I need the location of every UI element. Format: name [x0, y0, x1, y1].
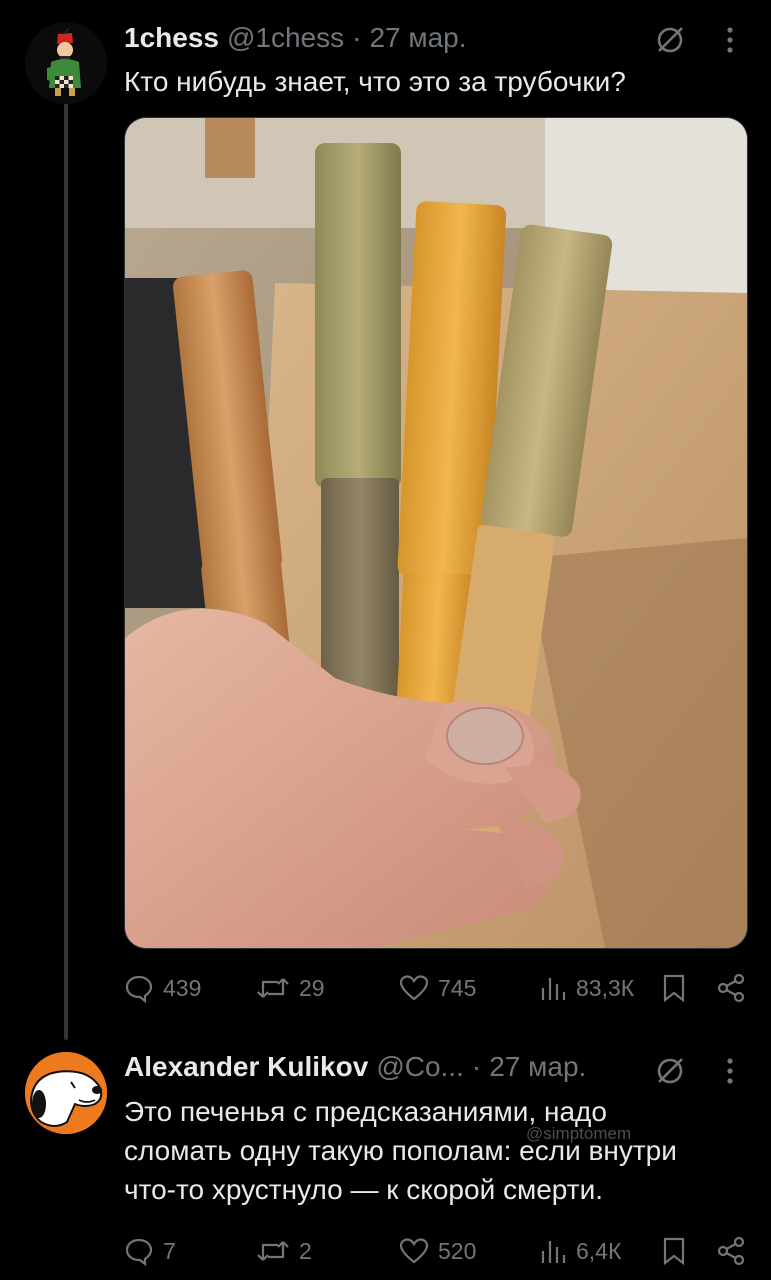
views-button[interactable]: 83,3К [539, 968, 634, 1008]
thread-connector-line [64, 100, 68, 1040]
share-button[interactable] [716, 1231, 746, 1271]
views-chart-icon [541, 1241, 566, 1263]
tweet-date[interactable]: 27 мар. [489, 1051, 586, 1083]
bookmark-button[interactable] [662, 1231, 686, 1271]
reply-button[interactable]: 439 [124, 968, 201, 1008]
tweet-actions: 439 29 745 83,3К [124, 968, 754, 1008]
like-button[interactable]: 745 [399, 968, 476, 1008]
tweet-photo[interactable] [124, 117, 748, 949]
repost-button[interactable]: 2 [256, 1231, 312, 1271]
tweet-text-line: Это печенья с предсказаниями, надо [124, 1096, 607, 1127]
like-button[interactable]: 520 [399, 1231, 476, 1271]
watermark-text: @simptomem [526, 1124, 632, 1143]
reply-icon [125, 975, 153, 1003]
wafer-tubes-photo [125, 118, 747, 948]
separator-dot: · [352, 22, 362, 53]
share-icon [717, 973, 745, 1003]
repost-icon [257, 978, 289, 998]
views-count: 6,4К [576, 1237, 622, 1264]
reply-count: 7 [163, 1237, 176, 1264]
bookmark-icon [663, 974, 685, 1003]
views-button[interactable]: 6,4К [539, 1231, 621, 1271]
more-vertical-icon[interactable] [710, 20, 750, 60]
like-count: 745 [438, 974, 477, 1001]
repost-count: 2 [299, 1237, 312, 1264]
author-handle[interactable]: @Co... [376, 1051, 464, 1083]
bookmark-button[interactable] [662, 968, 686, 1008]
author-handle[interactable]: @1chess [227, 22, 344, 54]
like-count: 520 [438, 1237, 477, 1264]
timeline: 1chess @1chess · 27 мар. Кто нибудь знае… [0, 0, 771, 1280]
chess-player-avatar-icon [25, 22, 107, 104]
avatar[interactable] [25, 22, 107, 104]
tweet-actions: 7 2 520 6,4К [124, 1231, 754, 1271]
tweet-date[interactable]: 27 мар. [369, 22, 466, 54]
avatar[interactable] [25, 1052, 107, 1134]
more-vertical-icon[interactable] [710, 1051, 750, 1091]
repost-button[interactable]: 29 [256, 968, 325, 1008]
snoopy-avatar-icon [25, 1052, 107, 1134]
tweet-text: Кто нибудь знает, что это за трубочки? [124, 66, 626, 97]
grok-icon[interactable] [650, 20, 690, 60]
bookmark-icon [663, 1237, 685, 1266]
reply-icon [125, 1238, 153, 1266]
tweet-text-line: сломать одну такую пополам: если внутри [124, 1135, 677, 1166]
grok-icon[interactable] [650, 1051, 690, 1091]
author-name[interactable]: 1chess [124, 22, 219, 54]
views-chart-icon [541, 978, 566, 1000]
share-button[interactable] [716, 968, 746, 1008]
tweet-header: Alexander Kulikov @Co... · 27 мар. [124, 1051, 586, 1091]
tweet-text: Это печенья с предсказаниями, надо слома… [124, 1092, 754, 1209]
tweet-header: 1chess @1chess · 27 мар. [124, 22, 467, 62]
separator-dot: · [471, 1051, 482, 1082]
reply-count: 439 [163, 974, 202, 1001]
repost-count: 29 [299, 974, 325, 1001]
tweet-text-line: что-то хрустнуло — к скорой смерти. [124, 1174, 604, 1205]
repost-icon [257, 1241, 289, 1261]
heart-icon [399, 1238, 429, 1264]
heart-icon [399, 975, 429, 1001]
share-icon [717, 1236, 745, 1266]
author-name[interactable]: Alexander Kulikov [124, 1051, 368, 1083]
views-count: 83,3К [576, 974, 635, 1001]
reply-button[interactable]: 7 [124, 1231, 176, 1271]
